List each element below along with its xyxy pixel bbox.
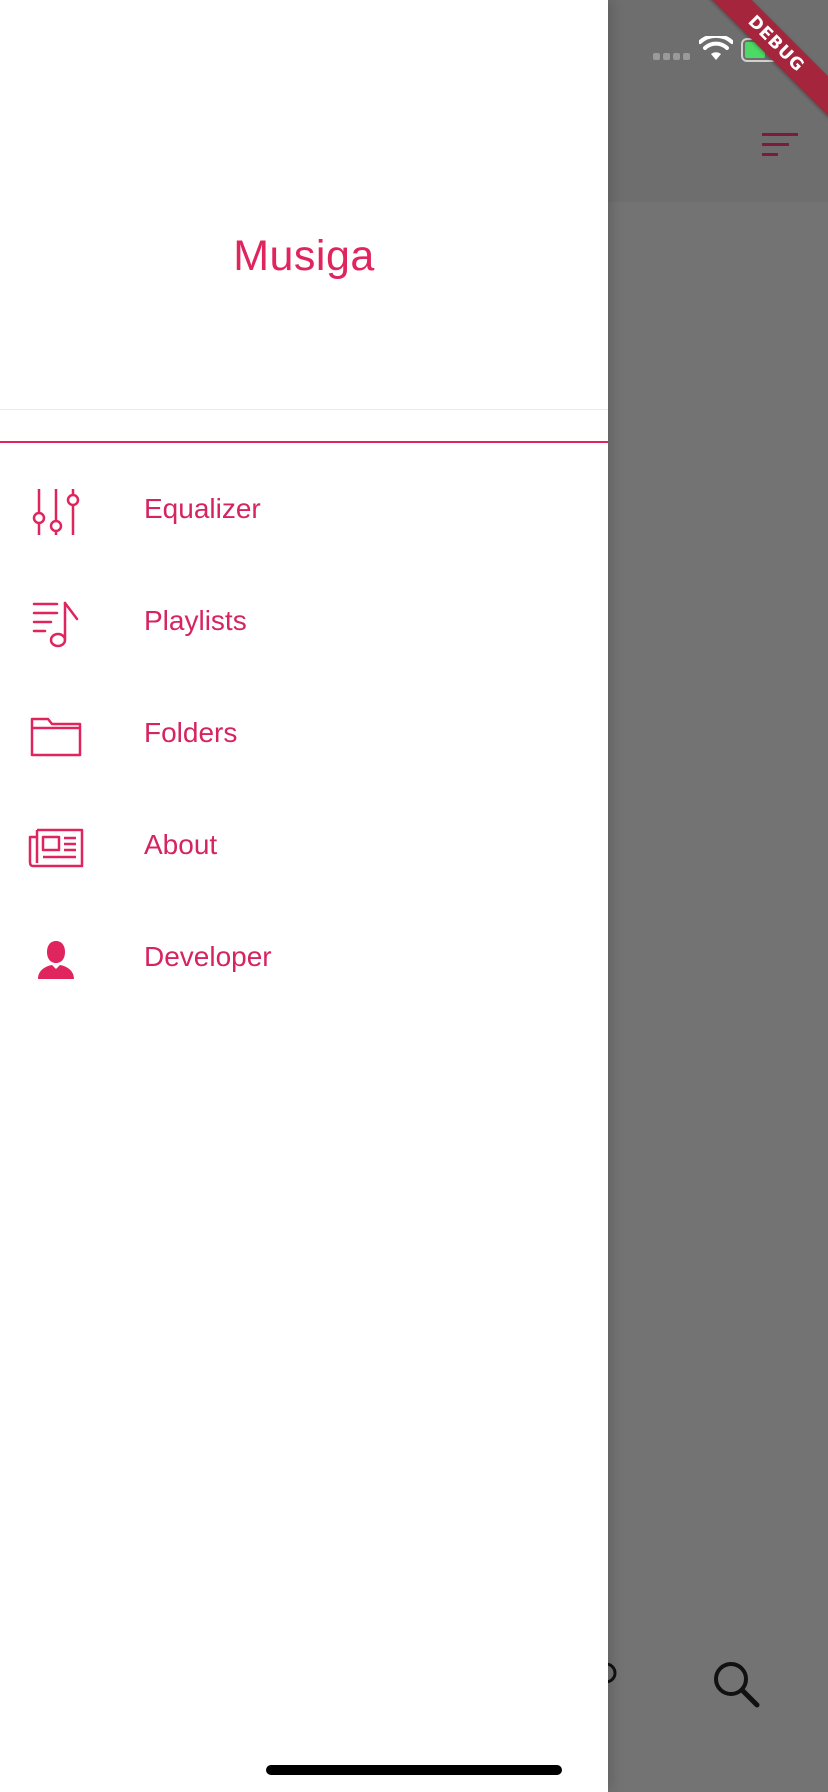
equalizer-sliders-icon: [28, 484, 84, 540]
menu-item-label: Developer: [144, 941, 272, 972]
menu-item-equalizer[interactable]: Equalizer: [0, 462, 608, 562]
sort-icon[interactable]: [762, 131, 798, 164]
menu-item-playlists[interactable]: Playlists: [0, 574, 608, 674]
menu-item-developer[interactable]: Developer: [0, 910, 608, 1010]
wifi-icon: [698, 33, 734, 67]
divider: [0, 441, 608, 443]
menu-item-label: About: [144, 829, 218, 860]
menu-item-label: Equalizer: [144, 493, 261, 524]
newspaper-icon: [28, 820, 84, 876]
menu-item-folders[interactable]: Folders: [0, 686, 608, 786]
folder-icon: [28, 708, 84, 764]
menu-item-about[interactable]: About: [0, 798, 608, 898]
cellular-signal-icon: [653, 53, 690, 60]
navigation-drawer: Musiga Equalizer Playlists Folders About…: [0, 0, 608, 1792]
playlist-music-icon: [28, 596, 84, 652]
search-icon[interactable]: [712, 1660, 760, 1713]
person-icon: [28, 932, 84, 988]
home-indicator: [266, 1765, 562, 1775]
app-title: Musiga: [233, 232, 375, 280]
menu-item-label: Playlists: [144, 605, 247, 636]
menu-item-label: Folders: [144, 717, 238, 748]
drawer-header: Musiga: [0, 0, 608, 410]
battery-icon: [741, 38, 789, 67]
